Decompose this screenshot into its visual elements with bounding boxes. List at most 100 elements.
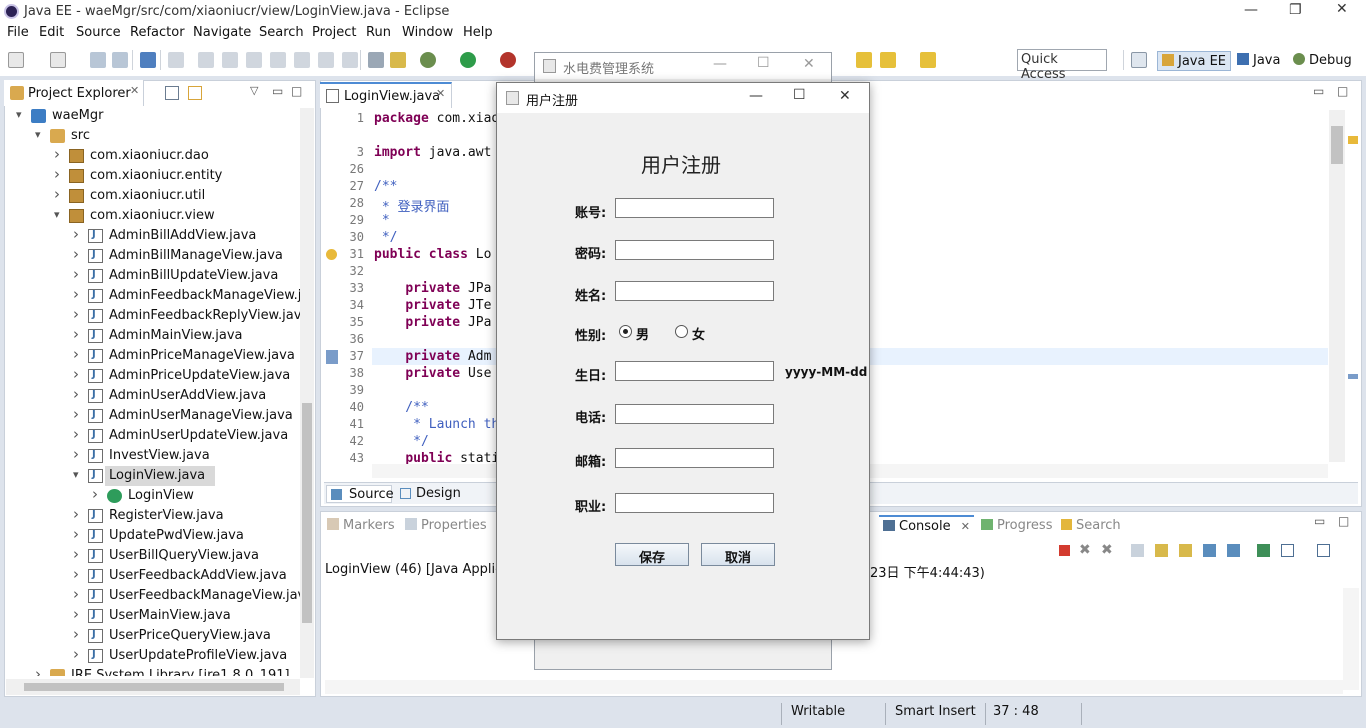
scroll-lock-icon[interactable] [1155, 544, 1168, 557]
name-input[interactable] [615, 281, 774, 301]
tree-vertical-scrollbar[interactable] [300, 108, 314, 678]
chevron-down-icon[interactable]: ▾ [73, 468, 79, 481]
menu-window[interactable]: Window [402, 25, 453, 40]
quick-access-input[interactable]: Quick Access [1017, 49, 1107, 82]
editor-tab-loginview[interactable]: LoginView.java ✕ [320, 82, 452, 108]
tab-search[interactable]: Search [1061, 518, 1121, 533]
tab-design[interactable]: Design [396, 485, 462, 503]
tree-item[interactable]: › com.xiaoniucr.util [4, 185, 300, 206]
close-tab-icon[interactable]: ✕ [436, 87, 445, 100]
menu-navigate[interactable]: Navigate [193, 25, 251, 40]
tree-item[interactable]: › com.xiaoniucr.dao [4, 145, 300, 166]
editor-vertical-scrollbar[interactable] [1329, 110, 1345, 462]
chevron-right-icon[interactable]: › [73, 305, 79, 323]
chevron-right-icon[interactable]: › [73, 425, 79, 443]
minimize-icon[interactable]: — [1244, 2, 1258, 18]
chevron-right-icon[interactable]: › [73, 265, 79, 283]
tree-item[interactable]: › InvestView.java [4, 445, 300, 466]
suspend-icon[interactable] [222, 52, 238, 68]
chevron-down-icon[interactable]: ▾ [16, 108, 22, 121]
display-console-icon[interactable] [1281, 544, 1294, 557]
chevron-right-icon[interactable]: › [73, 365, 79, 383]
chevron-right-icon[interactable]: › [73, 445, 79, 463]
chevron-right-icon[interactable]: › [73, 245, 79, 263]
save-icon[interactable] [90, 52, 106, 68]
account-input[interactable] [615, 198, 774, 218]
tab-progress[interactable]: Progress [981, 518, 1052, 533]
tree-item[interactable]: › LoginView [4, 485, 300, 506]
chevron-right-icon[interactable]: › [73, 385, 79, 403]
minimize-icon[interactable]: — [713, 56, 727, 72]
tree-horizontal-scrollbar[interactable] [6, 679, 300, 695]
close-icon[interactable]: ✕ [839, 88, 851, 104]
menu-refactor[interactable]: Refactor [130, 25, 185, 40]
chevron-right-icon[interactable]: › [35, 665, 41, 676]
tree-item[interactable]: › UserBillQueryView.java [4, 545, 300, 566]
open-type-icon[interactable] [390, 52, 406, 68]
console-vertical-scrollbar[interactable] [1343, 588, 1359, 690]
menu-project[interactable]: Project [312, 25, 356, 40]
chevron-right-icon[interactable]: › [73, 325, 79, 343]
word-wrap-icon[interactable] [1179, 544, 1192, 557]
minimize-editor-icon[interactable]: ▭ [1313, 84, 1324, 98]
remove-all-icon[interactable]: ✖ [1101, 542, 1113, 558]
tree-item[interactable]: ▾ src [4, 126, 300, 146]
tree-item[interactable]: › UpdatePwdView.java [4, 525, 300, 546]
tree-item[interactable]: › AdminBillAddView.java [4, 225, 300, 246]
tree-item[interactable]: › JRE System Library [jre1.8.0_191] [4, 665, 300, 676]
tree-item[interactable]: › com.xiaoniucr.entity [4, 165, 300, 186]
chevron-right-icon[interactable]: › [73, 285, 79, 303]
chevron-right-icon[interactable]: › [54, 145, 60, 163]
maximize-icon[interactable]: ☐ [757, 55, 770, 71]
tab-source[interactable]: Source [326, 485, 394, 503]
debug-icon[interactable] [420, 52, 436, 68]
tree-item[interactable]: › AdminPriceUpdateView.java [4, 365, 300, 386]
minimize-icon[interactable]: — [749, 88, 763, 104]
tree-item[interactable]: ▾ LoginView.java [4, 466, 300, 486]
chevron-right-icon[interactable]: › [54, 165, 60, 183]
tree-item[interactable]: › AdminBillManageView.java [4, 245, 300, 266]
menu-source[interactable]: Source [76, 25, 121, 40]
close-icon[interactable]: ✕ [1336, 1, 1348, 17]
run-external-icon[interactable] [500, 52, 516, 68]
tree-item[interactable]: › UserFeedbackAddView.java [4, 565, 300, 586]
step-into-icon[interactable] [270, 52, 286, 68]
chevron-right-icon[interactable]: › [54, 185, 60, 203]
remove-launch-icon[interactable]: ✖ [1079, 542, 1091, 558]
tree-item[interactable]: › AdminBillUpdateView.java [4, 265, 300, 286]
restore-icon[interactable]: ❐ [1289, 2, 1302, 18]
resume-icon[interactable] [198, 52, 214, 68]
email-input[interactable] [615, 448, 774, 468]
view-menu-icon[interactable]: ▽ [250, 84, 258, 97]
menu-run[interactable]: Run [366, 25, 391, 40]
gender-female-radio[interactable] [675, 325, 688, 338]
link-editor-icon[interactable] [188, 86, 202, 100]
terminate-console-icon[interactable] [1059, 545, 1070, 556]
show-on-output-icon[interactable] [1203, 544, 1216, 557]
job-input[interactable] [615, 493, 774, 513]
perspective-debug[interactable]: Debug [1289, 51, 1356, 71]
tab-console[interactable]: Console ✕ [879, 515, 974, 537]
drop-to-frame-icon[interactable] [342, 52, 358, 68]
chevron-right-icon[interactable]: › [73, 345, 79, 363]
next-annotation-icon[interactable] [856, 52, 872, 68]
tree-item[interactable]: › AdminMainView.java [4, 325, 300, 346]
tree-item[interactable]: ▾ waeMgr [4, 106, 300, 126]
step-return-icon[interactable] [318, 52, 334, 68]
chevron-right-icon[interactable]: › [73, 405, 79, 423]
pin-console-icon[interactable] [1257, 544, 1270, 557]
new-server-icon[interactable] [50, 52, 66, 68]
back-icon[interactable] [880, 52, 896, 68]
minimize-view-icon[interactable]: ▭ [272, 84, 283, 98]
maximize-view-icon[interactable]: □ [291, 84, 302, 98]
tree-item[interactable]: › UserPriceQueryView.java [4, 625, 300, 646]
tree-item[interactable]: › AdminUserAddView.java [4, 385, 300, 406]
project-explorer-tab[interactable]: Project Explorer ✕ [4, 80, 144, 106]
step-over-icon[interactable] [294, 52, 310, 68]
tree-item[interactable]: › UserFeedbackManageView.java [4, 585, 300, 606]
cancel-button[interactable]: 取消 [701, 543, 775, 566]
chevron-down-icon[interactable]: ▾ [35, 128, 41, 141]
tree-item[interactable]: › AdminPriceManageView.java [4, 345, 300, 366]
close-icon[interactable]: ✕ [803, 56, 815, 72]
terminate-icon[interactable] [246, 52, 262, 68]
